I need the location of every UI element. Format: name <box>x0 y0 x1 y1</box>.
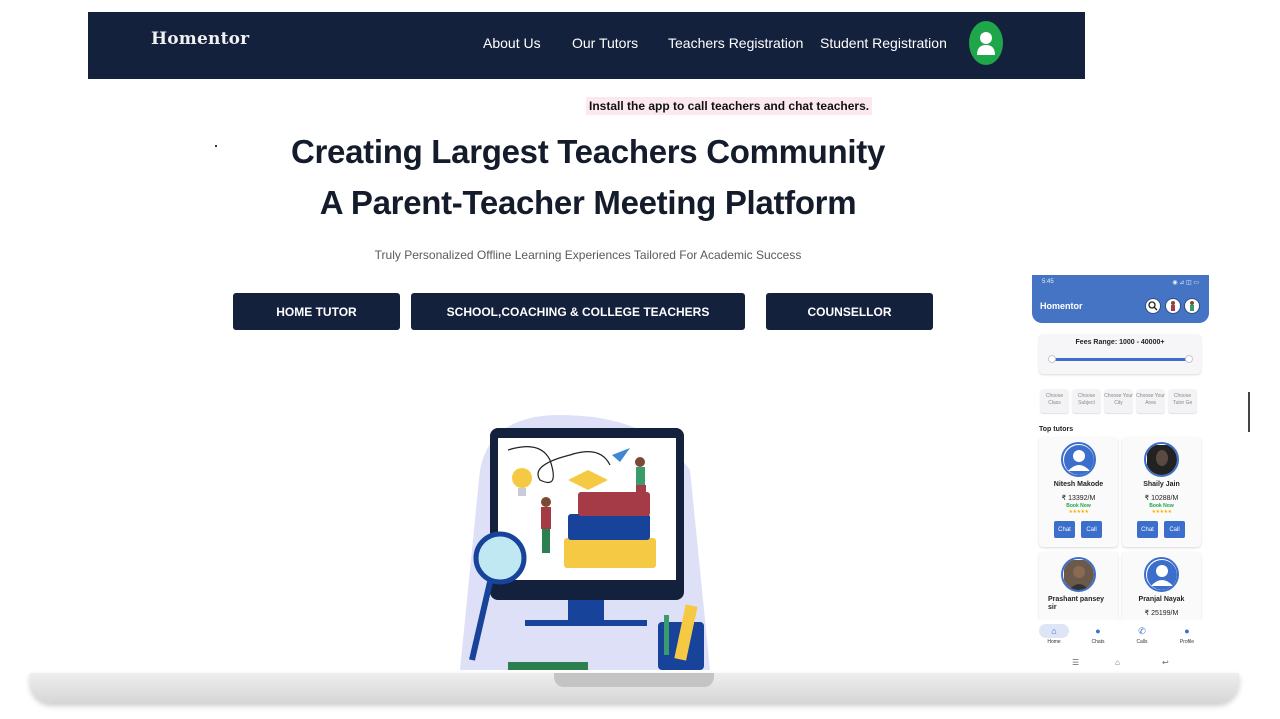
user-icon <box>977 32 995 55</box>
tutor-name: Prashant pansey sir <box>1048 596 1105 611</box>
tutor-name: Pranjal Nayak <box>1138 596 1185 603</box>
bottom-nav-profile[interactable]: ● Profile <box>1170 624 1204 645</box>
app-title: Homentor <box>1040 301 1083 311</box>
nav-student-registration[interactable]: Student Registration <box>820 35 947 51</box>
teacher-icon[interactable] <box>1165 298 1181 314</box>
filter-choose-area[interactable]: Choose Your Area <box>1136 389 1165 413</box>
student-icon[interactable] <box>1184 298 1200 314</box>
phone-icon: ✆ <box>1138 626 1146 636</box>
call-button[interactable]: Call <box>1081 521 1102 538</box>
tutor-card[interactable]: Shaily Jain ₹ 10288/M Book Now ★★★★★ Cha… <box>1122 437 1201 547</box>
fees-range-filter: Fees Range: 1000 - 40000+ <box>1039 334 1201 374</box>
top-tutors-heading: Top tutors <box>1039 426 1074 433</box>
filter-choose-subject[interactable]: Choose Subject <box>1072 389 1101 413</box>
mobile-app-preview: 5:45 ◉ ⊿ ◫ ▭ Homentor Fees Range: 1000 -… <box>1031 275 1209 673</box>
bottom-nav-home[interactable]: ⌂ Home <box>1037 624 1071 645</box>
hero-subtitle: Truly Personalized Offline Learning Expe… <box>374 248 802 262</box>
hero-heading-line2: A Parent-Teacher Meeting Platform <box>319 184 857 221</box>
fees-max-handle[interactable] <box>1185 355 1193 363</box>
call-button[interactable]: Call <box>1164 521 1185 538</box>
tutor-avatar <box>1061 442 1096 477</box>
app-header: 5:45 ◉ ⊿ ◫ ▭ Homentor <box>1032 275 1209 323</box>
laptop-notch <box>554 673 714 687</box>
tutor-price: ₹ 10288/M <box>1144 495 1179 502</box>
tutor-price: ₹ 25199/M <box>1144 610 1179 617</box>
fees-range-slider[interactable] <box>1048 355 1193 363</box>
bottom-nav-chats[interactable]: ● Chats <box>1081 624 1115 645</box>
chat-button[interactable]: Chat <box>1137 521 1158 538</box>
laptop-base <box>30 673 1239 703</box>
counsellor-button[interactable]: COUNSELLOR <box>766 293 933 330</box>
home-tutor-button[interactable]: HOME TUTOR <box>233 293 400 330</box>
home-icon: ⌂ <box>1051 626 1057 636</box>
back-icon[interactable]: ↩ <box>1162 658 1169 667</box>
chat-icon: ● <box>1095 626 1101 636</box>
school-coaching-college-teachers-button[interactable]: SCHOOL,COACHING & COLLEGE TEACHERS <box>411 293 745 330</box>
filter-choose-tutor-gender[interactable]: Choose Tutor Ge <box>1168 389 1197 413</box>
tutor-name: Shaily Jain <box>1143 481 1180 488</box>
search-icon[interactable] <box>1145 298 1161 314</box>
page: Homentor About Us Our Tutors Teachers Re… <box>0 0 1280 719</box>
app-bottom-nav: ⌂ Home ● Chats ✆ Calls ● Profile ☰ ⌂ ↩ <box>1031 620 1209 673</box>
tutor-avatar <box>1144 442 1179 477</box>
chat-button[interactable]: Chat <box>1054 521 1075 538</box>
fees-range-label: Fees Range: 1000 - 40000+ <box>1075 339 1165 346</box>
nav-teachers-registration[interactable]: Teachers Registration <box>668 35 803 51</box>
filter-choose-city[interactable]: Choose Your City <box>1104 389 1133 413</box>
tutor-rating: ★★★★★ <box>1068 509 1089 515</box>
status-time: 5:45 <box>1042 279 1054 285</box>
tutor-price: ₹ 13392/M <box>1061 495 1096 502</box>
top-navbar: Homentor About Us Our Tutors Teachers Re… <box>88 12 1085 79</box>
scrollbar-thumb[interactable] <box>1248 392 1250 432</box>
fees-min-handle[interactable] <box>1048 355 1056 363</box>
install-app-notice: Install the app to call teachers and cha… <box>586 97 873 115</box>
tutor-avatar <box>1061 557 1096 592</box>
filter-choose-class[interactable]: Choose Class <box>1040 389 1069 413</box>
bottom-nav-calls[interactable]: ✆ Calls <box>1125 624 1159 645</box>
tutor-card[interactable]: Nitesh Makode ₹ 13392/M Book Now ★★★★★ C… <box>1039 437 1118 547</box>
profile-icon: ● <box>1184 626 1190 636</box>
user-avatar-button[interactable] <box>969 21 1003 65</box>
home-button-icon[interactable]: ⌂ <box>1115 658 1120 667</box>
tutor-rating: ★★★★★ <box>1151 509 1172 515</box>
hero-heading-line1: Creating Largest Teachers Community <box>290 133 886 170</box>
tutor-name: Nitesh Makode <box>1053 481 1104 488</box>
status-icons: ◉ ⊿ ◫ ▭ <box>1172 280 1199 286</box>
menu-icon[interactable]: ☰ <box>1072 658 1079 667</box>
learning-illustration <box>460 415 710 670</box>
stray-dot <box>215 145 217 147</box>
brand-logo[interactable]: Homentor <box>151 29 249 49</box>
nav-our-tutors[interactable]: Our Tutors <box>572 35 638 51</box>
tutor-avatar <box>1144 557 1179 592</box>
nav-about-us[interactable]: About Us <box>483 35 541 51</box>
